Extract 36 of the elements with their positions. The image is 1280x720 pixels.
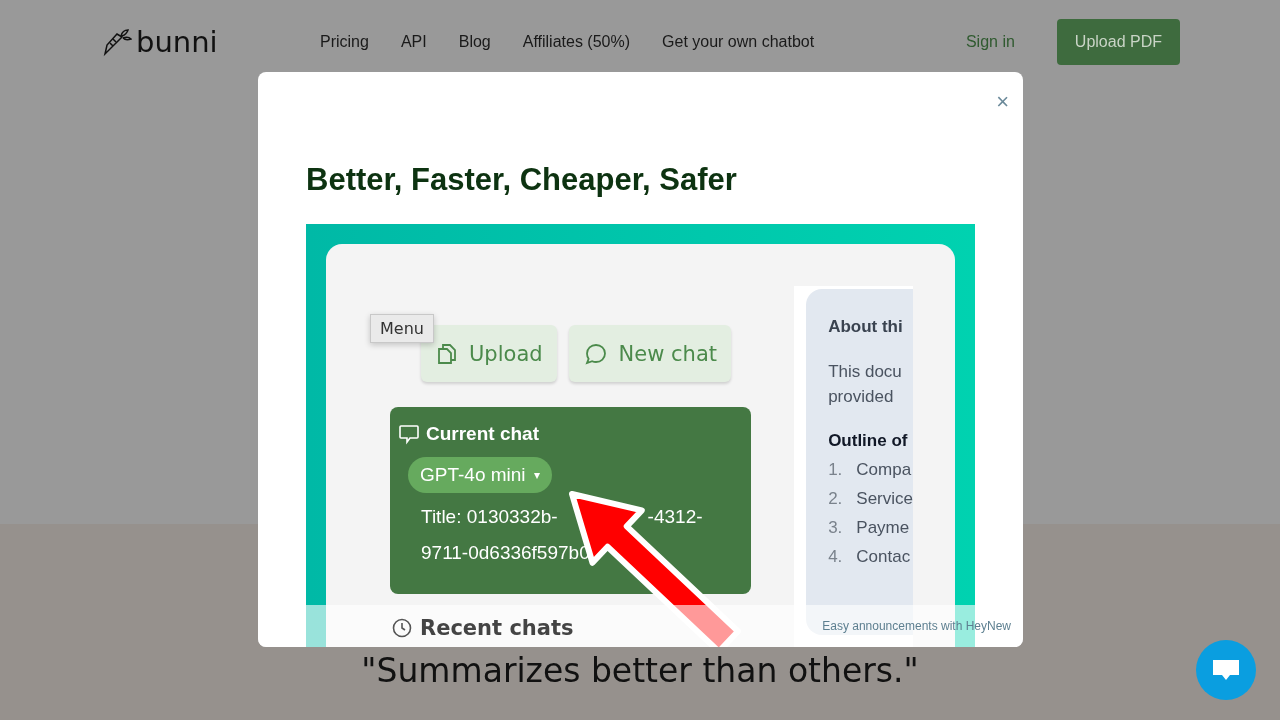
clock-icon: [392, 618, 412, 638]
modal-title: Better, Faster, Cheaper, Safer: [306, 162, 738, 198]
list-number: 4.: [828, 547, 843, 567]
list-number: 1.: [828, 460, 843, 480]
about-text: This docu: [828, 361, 903, 383]
menu-tooltip: Menu: [370, 314, 434, 343]
chat-title-text: Title: 0130332b-: [421, 505, 558, 529]
recent-chats-heading: Recent chats: [420, 616, 574, 640]
list-item: Contac: [856, 547, 911, 567]
sign-in-link[interactable]: Sign in: [965, 33, 1015, 51]
list-item: Service: [856, 489, 913, 509]
nav-link[interactable]: Blog: [458, 33, 491, 51]
chat-title-text: 9711-0d6336f597b0: [421, 541, 590, 565]
nav-link[interactable]: Pricing: [320, 33, 369, 51]
list-number: 3.: [828, 518, 843, 538]
chat-title-text: -4312-: [647, 505, 703, 529]
speech-bubble-icon: [398, 423, 420, 445]
nav-link[interactable]: API: [400, 33, 427, 51]
logo: bunni: [136, 27, 218, 57]
copy-icon: [437, 342, 457, 365]
list-item: Payme: [856, 518, 910, 538]
nav-link[interactable]: Get your own chatbot: [662, 33, 815, 51]
about-heading: About thi: [828, 317, 904, 337]
app-button[interactable]: New chat: [568, 325, 732, 382]
testimonial-quote: "Summarizes better than others.": [361, 651, 919, 690]
speech-bubble-icon: [584, 342, 607, 365]
upload-pdf-button[interactable]: Upload PDF: [1056, 19, 1180, 65]
list-item: Compa: [856, 460, 912, 480]
model-selector[interactable]: GPT-4o mini ▾: [408, 457, 552, 493]
close-button[interactable]: ×: [990, 88, 1015, 116]
carrot-icon: [102, 27, 132, 57]
outline-heading: Outline of: [828, 431, 909, 451]
about-text: provided: [828, 386, 895, 408]
nav-link[interactable]: Affiliates (50%): [522, 33, 631, 51]
list-number: 2.: [828, 489, 843, 509]
current-chat-heading: Current chat: [426, 423, 539, 445]
